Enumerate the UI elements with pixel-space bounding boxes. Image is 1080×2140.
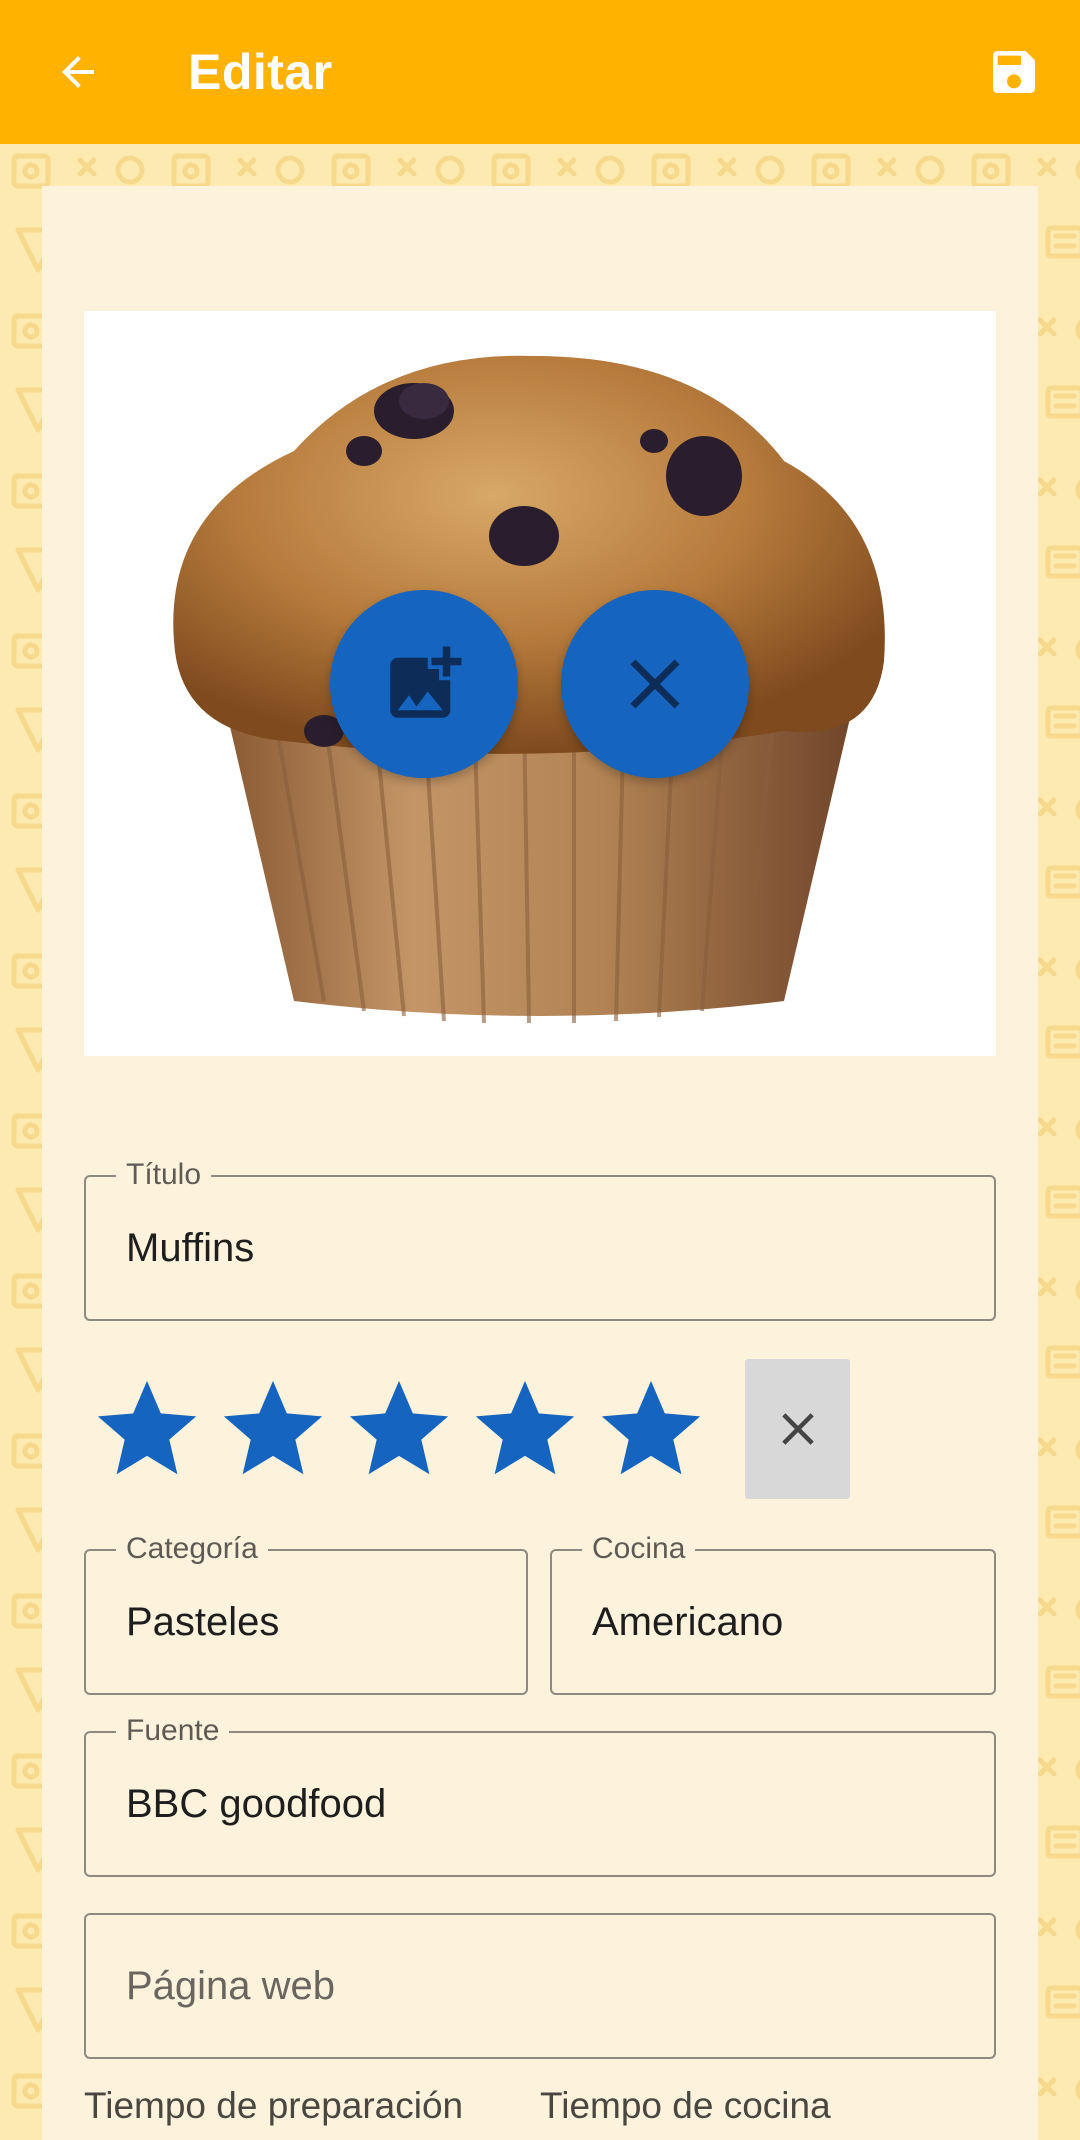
save-button[interactable] <box>976 34 1052 110</box>
clear-rating-button[interactable] <box>745 1359 850 1499</box>
arrow-left-icon <box>62 56 94 88</box>
website-field[interactable]: Página web <box>84 1913 996 2059</box>
remove-photo-button[interactable] <box>561 590 749 778</box>
source-field[interactable]: Fuente BBC goodfood <box>84 1713 996 1877</box>
recipe-photo <box>84 311 996 1056</box>
back-button[interactable] <box>40 34 116 110</box>
star-1[interactable] <box>84 1367 210 1493</box>
star-2[interactable] <box>210 1367 336 1493</box>
app-bar: Editar <box>0 0 1080 144</box>
cook-time-label: Tiempo de cocina <box>540 2085 831 2126</box>
star-icon <box>97 1380 197 1475</box>
star-icon <box>601 1380 701 1475</box>
category-input[interactable]: Pasteles <box>126 1551 279 1693</box>
add-photo-icon <box>390 646 462 718</box>
rating-stars[interactable] <box>84 1360 714 1500</box>
title-input[interactable]: Muffins <box>126 1177 254 1319</box>
close-icon <box>781 1413 814 1445</box>
star-4[interactable] <box>462 1367 588 1493</box>
muffin-image <box>173 355 885 1024</box>
star-icon <box>349 1380 449 1475</box>
website-input[interactable]: Página web <box>126 1915 335 2057</box>
add-photo-button[interactable] <box>330 590 518 778</box>
floppy-save-icon <box>993 51 1035 93</box>
star-icon <box>223 1380 323 1475</box>
star-3[interactable] <box>336 1367 462 1493</box>
star-icon <box>475 1380 575 1475</box>
title-field[interactable]: Título Muffins <box>84 1157 996 1321</box>
close-icon <box>630 659 680 709</box>
star-5[interactable] <box>588 1367 714 1493</box>
category-field[interactable]: Categoría Pasteles <box>84 1531 528 1695</box>
page-title: Editar <box>188 44 333 100</box>
cuisine-field[interactable]: Cocina Americano <box>550 1531 996 1695</box>
prep-time-label: Tiempo de preparación <box>84 2085 464 2126</box>
source-input[interactable]: BBC goodfood <box>126 1733 386 1875</box>
cuisine-input[interactable]: Americano <box>592 1551 783 1693</box>
